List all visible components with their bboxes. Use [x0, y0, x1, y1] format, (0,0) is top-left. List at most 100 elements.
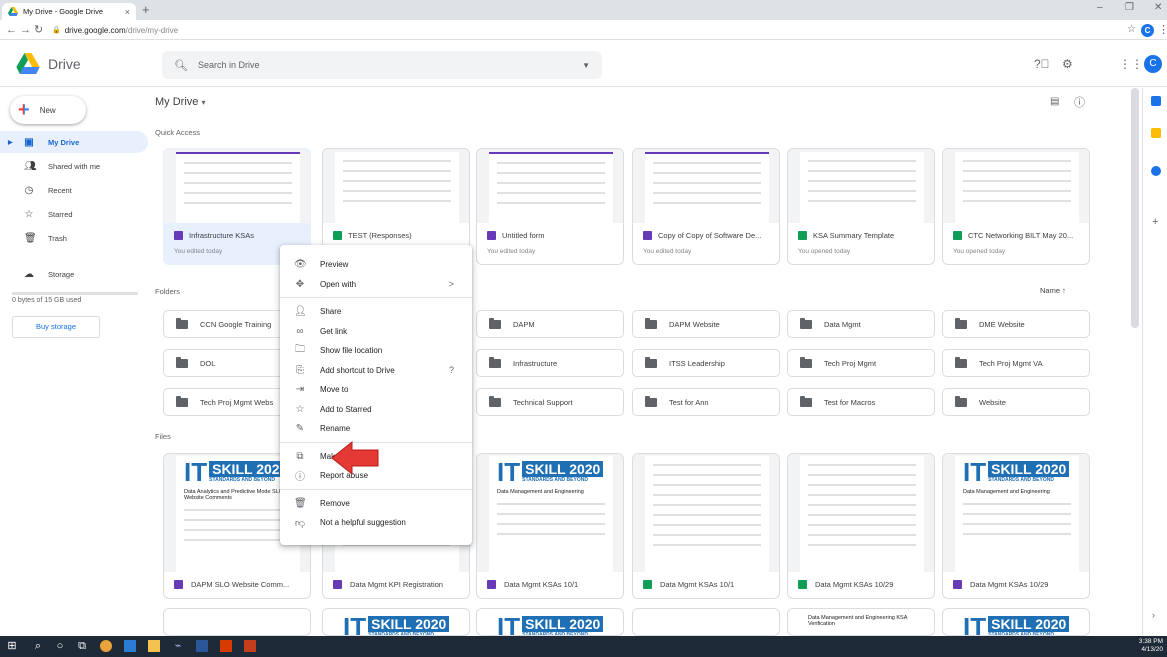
maximize-icon[interactable]: ❐: [1125, 2, 1134, 13]
menu-item-preview[interactable]: 👁︎ Preview: [280, 255, 472, 274]
browser-profile-avatar[interactable]: C: [1141, 24, 1154, 37]
menu-item-not-a-helpful-suggestion[interactable]: 👎︎ Not a helpful suggestion: [280, 513, 472, 532]
folder-item[interactable]: DAPM Website: [632, 310, 780, 338]
menu-item-show-file-location[interactable]: 🗀 Show file location: [280, 341, 472, 360]
url-field[interactable]: 🔒 drive.google.com /drive/my-drive: [52, 23, 1132, 37]
thumbnail-page: IT SKILL 2020 STANDARDS AND BEYOND: [955, 611, 1079, 635]
quick-access-card[interactable]: Untitled form You edited today: [476, 148, 624, 265]
sidebar-item-my-drive[interactable]: ▶ ▣ My Drive: [0, 131, 148, 153]
quick-access-card[interactable]: KSA Summary Template You opened today: [787, 148, 935, 265]
sidebar-item-trash[interactable]: 🗑︎ Trash: [0, 227, 148, 249]
folder-item[interactable]: ITSS Leadership: [632, 349, 780, 377]
folder-item[interactable]: Website: [942, 388, 1090, 416]
file-card[interactable]: IT SKILL 2020 STANDARDS AND BEYOND: [476, 608, 624, 636]
minimize-icon[interactable]: –: [1097, 2, 1103, 13]
forward-icon[interactable]: →: [20, 23, 31, 37]
expand-arrow-icon[interactable]: ▶: [8, 139, 13, 146]
menu-item-move-to[interactable]: ⇥ Move to: [280, 380, 472, 399]
file-explorer-taskbar-icon[interactable]: [148, 640, 160, 652]
menu-item-add-shortcut-to-drive[interactable]: ⎘ Add shortcut to Drive?: [280, 361, 472, 380]
file-card[interactable]: IT SKILL 2020 STANDARDS AND BEYOND Data Man…: [942, 453, 1090, 599]
pencil-icon: ✎: [295, 423, 305, 434]
file-name: DAPM SLO Website Comm...: [174, 580, 308, 589]
browser-menu-icon[interactable]: ⋮: [1158, 23, 1167, 37]
file-card[interactable]: IT SKILL 2020 STANDARDS AND BEYOND Data Man…: [476, 453, 624, 599]
folder-item[interactable]: DAPM: [476, 310, 624, 338]
file-card[interactable]: Data Mgmt KSAs 10/1: [632, 453, 780, 599]
powerpoint-taskbar-icon[interactable]: [244, 640, 256, 652]
sort-by-name[interactable]: Name ↑: [1040, 286, 1066, 295]
keep-icon[interactable]: [1151, 128, 1161, 138]
folder-item[interactable]: Tech Proj Mgmt VA: [942, 349, 1090, 377]
outlook-taskbar-icon[interactable]: [124, 640, 136, 652]
scrollbar-thumb[interactable]: [1131, 88, 1139, 328]
new-button[interactable]: + New: [10, 96, 86, 124]
search-input[interactable]: 🔍︎ Search in Drive ▼: [162, 51, 602, 79]
browser-tab[interactable]: My Drive - Google Drive ×: [2, 3, 136, 20]
sidebar-item-storage[interactable]: ☁ Storage: [0, 263, 148, 285]
folder-item[interactable]: Test for Macros: [787, 388, 935, 416]
word-taskbar-icon[interactable]: [196, 640, 208, 652]
calendar-icon[interactable]: [1151, 96, 1161, 106]
file-card[interactable]: [632, 608, 780, 636]
quick-access-card[interactable]: CTC Networking BILT May 20... You opened …: [942, 148, 1090, 265]
menu-item-add-to-starred[interactable]: ☆ Add to Starred: [280, 400, 472, 419]
folder-item[interactable]: Tech Proj Mgmt: [787, 349, 935, 377]
breadcrumb[interactable]: My Drive ▾: [155, 96, 205, 108]
folder-item[interactable]: DME Website: [942, 310, 1090, 338]
my-drive-icon: ▣: [24, 136, 34, 148]
help-icon[interactable]: ?⃝: [1034, 57, 1050, 71]
info-icon[interactable]: ⓘ: [1074, 94, 1085, 110]
help-circle-icon[interactable]: ?: [449, 365, 454, 375]
sidebar-item-recent[interactable]: ◷ Recent: [0, 179, 148, 201]
menu-item-open-with[interactable]: ✥ Open with >: [280, 275, 472, 294]
windows-start-icon[interactable]: ⊞: [6, 640, 18, 652]
file-name-text: DAPM SLO Website Comm...: [191, 580, 290, 589]
move-to-icon: ⇥: [295, 384, 305, 395]
sidebar-item-starred[interactable]: ☆ Starred: [0, 203, 148, 225]
file-card[interactable]: IT SKILL 2020 STANDARDS AND BEYOND: [322, 608, 470, 636]
folder-item[interactable]: Infrastructure: [476, 349, 624, 377]
folder-item[interactable]: Technical Support: [476, 388, 624, 416]
buy-storage-button[interactable]: Buy storage: [12, 316, 100, 338]
quick-access-card[interactable]: Copy of Copy of Software De... You edited…: [632, 148, 780, 265]
folder-icon: [800, 317, 812, 329]
new-tab-icon[interactable]: +: [142, 3, 150, 17]
task-view-icon[interactable]: ⧉: [76, 640, 88, 652]
expand-panel-icon[interactable]: ›: [1152, 610, 1155, 620]
taskbar-search-icon[interactable]: ⌕: [32, 640, 44, 652]
network-taskbar-icon[interactable]: ⌁: [172, 640, 184, 652]
tasks-icon[interactable]: [1151, 166, 1161, 176]
menu-item-get-link[interactable]: ∞ Get link: [280, 322, 472, 341]
file-card[interactable]: IT SKILL 2020 STANDARDS AND BEYOND: [942, 608, 1090, 636]
search-options-icon[interactable]: ▼: [582, 61, 590, 70]
bookmark-star-icon[interactable]: ☆: [1127, 23, 1136, 37]
account-avatar[interactable]: C: [1144, 55, 1162, 73]
close-window-icon[interactable]: ✕: [1154, 2, 1162, 13]
menu-item-remove[interactable]: 🗑︎ Remove: [280, 494, 472, 513]
menu-item-share[interactable]: 👤︎ Share: [280, 302, 472, 321]
system-clock[interactable]: 3:38 PM 4/13/20: [1139, 638, 1163, 654]
quick-access-heading: Quick Access: [155, 128, 201, 137]
back-icon[interactable]: ←: [6, 23, 17, 37]
folder-name: Technical Support: [513, 397, 573, 407]
acrobat-taskbar-icon[interactable]: [220, 640, 232, 652]
folder-item[interactable]: Test for Ann: [632, 388, 780, 416]
reload-icon[interactable]: ↻: [34, 23, 43, 37]
context-menu: 👁︎ Preview ✥ Open with > 👤︎ Share ∞ Get link 🗀 Sho…: [280, 245, 472, 545]
drive-logo[interactable]: Drive: [16, 53, 81, 74]
thumbnail-line: [184, 202, 292, 204]
settings-gear-icon[interactable]: ⚙: [1062, 57, 1073, 71]
tab-close-icon[interactable]: ×: [125, 7, 130, 17]
list-view-icon[interactable]: ▤: [1050, 96, 1059, 107]
folder-item[interactable]: Data Mgmt: [787, 310, 935, 338]
file-card[interactable]: [163, 608, 311, 636]
add-addon-icon[interactable]: +: [1152, 216, 1158, 228]
cortana-icon[interactable]: ○: [54, 640, 66, 652]
file-card[interactable]: Data Mgmt KSAs 10/29: [787, 453, 935, 599]
menu-item-rename[interactable]: ✎ Rename: [280, 419, 472, 438]
sidebar-item-shared-with-me[interactable]: 👥︎ Shared with me: [0, 155, 148, 177]
chrome-taskbar-icon[interactable]: [100, 640, 112, 652]
file-card[interactable]: Data Management and Engineering KSA Veri…: [787, 608, 935, 636]
search-icon[interactable]: 🔍︎: [174, 59, 188, 72]
